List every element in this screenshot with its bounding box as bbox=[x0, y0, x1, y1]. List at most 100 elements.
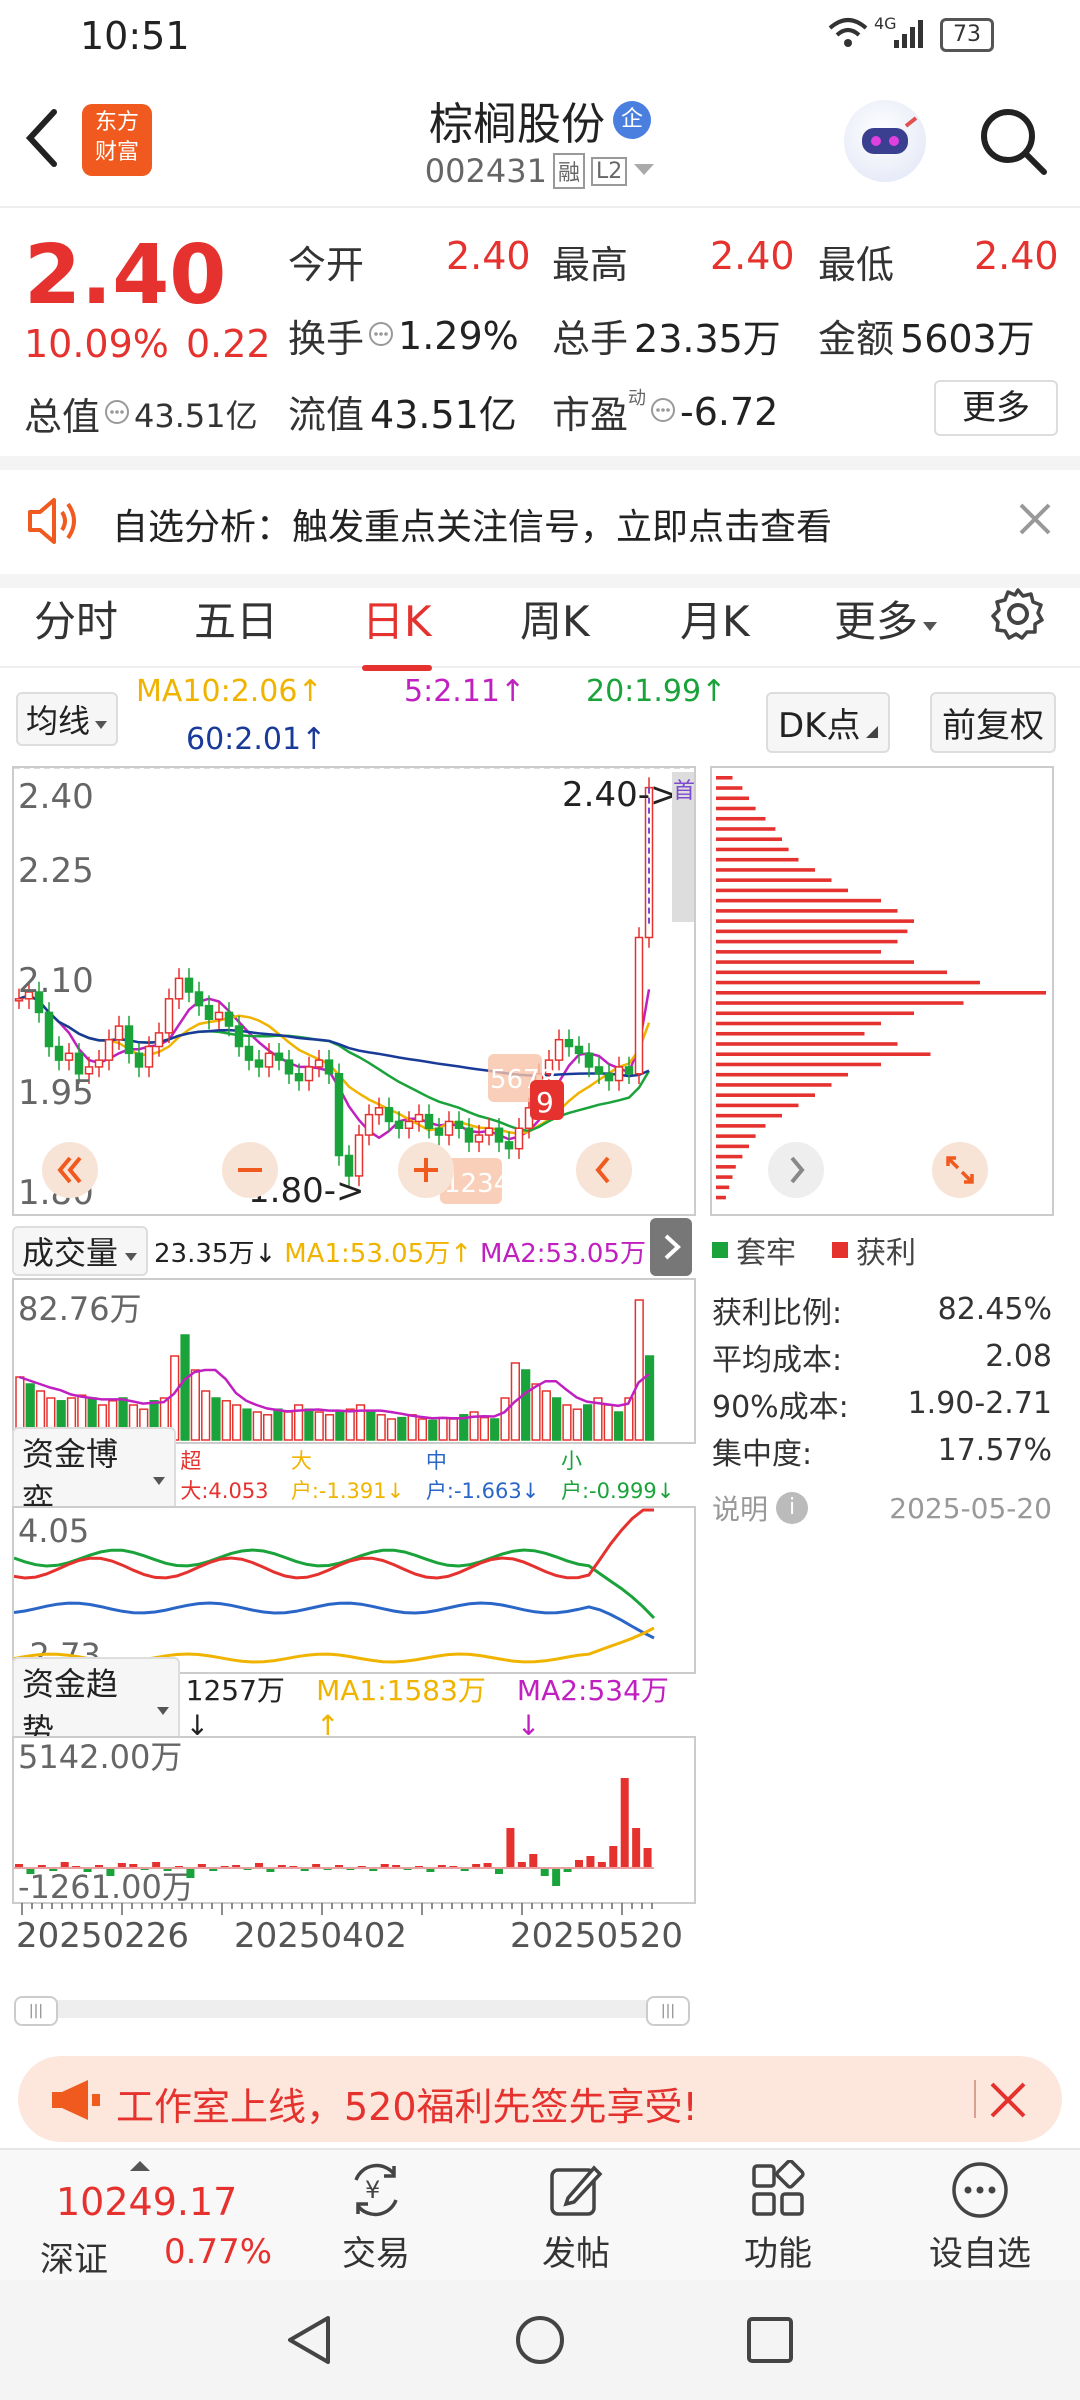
promo-banner[interactable]: 工作室上线，520福利先签先享受! bbox=[18, 2056, 1062, 2142]
edit-icon bbox=[546, 2160, 606, 2220]
volume-bar bbox=[190, 1369, 200, 1441]
speaker-icon bbox=[26, 496, 82, 550]
range-scrollbar[interactable]: ||| ||| bbox=[14, 1996, 690, 2026]
capital-chart[interactable]: 4.05 -2.73 bbox=[12, 1506, 696, 1674]
chip-bar bbox=[716, 1001, 964, 1005]
expand-right-icon[interactable] bbox=[650, 1218, 692, 1276]
ma-selector[interactable]: 均线 bbox=[16, 692, 119, 746]
nav-add-watchlist[interactable]: 设自选 bbox=[910, 2150, 1050, 2275]
candle bbox=[104, 1038, 114, 1061]
candle bbox=[184, 977, 194, 993]
tab-daily-k[interactable]: 日K bbox=[362, 588, 432, 671]
volume-bar bbox=[335, 1411, 345, 1441]
trend-chart[interactable]: 5142.00万 -1261.00万 bbox=[12, 1736, 696, 1906]
candle bbox=[274, 1052, 284, 1061]
volume-selector[interactable]: 成交量 bbox=[12, 1226, 149, 1276]
tab-more[interactable]: 更多 bbox=[834, 588, 938, 649]
nav-post[interactable]: 发帖 bbox=[506, 2150, 646, 2275]
capital-line bbox=[13, 1601, 655, 1640]
nav-home-icon[interactable] bbox=[514, 2314, 566, 2370]
candle bbox=[214, 1011, 224, 1020]
robot-avatar-icon[interactable] bbox=[844, 100, 926, 182]
zoom-out-icon[interactable] bbox=[222, 1142, 278, 1198]
more-button[interactable]: 更多 bbox=[934, 380, 1058, 436]
volume-bar bbox=[376, 1414, 386, 1441]
caret-down-icon bbox=[94, 700, 108, 738]
candle bbox=[354, 1134, 364, 1177]
chip-note[interactable]: 说明 i bbox=[712, 1488, 809, 1528]
volume-chart[interactable]: 82.76万 bbox=[12, 1278, 696, 1444]
scroll-left-icon[interactable] bbox=[576, 1142, 632, 1198]
chip-bar bbox=[716, 1093, 815, 1097]
zoom-in-icon[interactable] bbox=[398, 1142, 454, 1198]
trend-svg: 5142.00万 -1261.00万 bbox=[14, 1738, 654, 1906]
caret-down-icon bbox=[922, 594, 938, 643]
kline-chart[interactable]: 2.40 2.25 2.10 1.95 1.80 2.40-> 1.80-> 首… bbox=[12, 766, 696, 1216]
high-value: 2.40 bbox=[710, 234, 795, 278]
volume-ma2: MA2:53.05万↑ bbox=[480, 1238, 668, 1269]
index-change[interactable]: 0.77% bbox=[164, 2232, 272, 2272]
info-icon[interactable] bbox=[650, 397, 676, 427]
nav-back-icon[interactable] bbox=[284, 2314, 334, 2370]
volume-bar bbox=[417, 1418, 428, 1441]
scroll-left-fast-icon[interactable] bbox=[42, 1142, 98, 1198]
capital-super: 超大:4.053 bbox=[180, 1449, 269, 1503]
search-icon[interactable] bbox=[978, 106, 1048, 180]
range-handle-right[interactable]: ||| bbox=[646, 1996, 690, 2026]
ma20-value: 20:1.99↑ bbox=[586, 674, 727, 709]
index-value[interactable]: 10249.17 bbox=[56, 2180, 237, 2224]
nav-functions[interactable]: 功能 bbox=[708, 2150, 848, 2275]
close-icon[interactable] bbox=[1018, 502, 1052, 540]
candle bbox=[74, 1052, 84, 1075]
info-icon[interactable] bbox=[368, 321, 394, 351]
volume-bar bbox=[644, 1355, 655, 1441]
chip-stats: 获利比例: 82.45% 平均成本: 2.08 90%成本: 1.90-2.71 集中… bbox=[712, 1286, 1052, 1474]
index-name[interactable]: 深证 bbox=[40, 2232, 108, 2281]
chip-bar bbox=[716, 1021, 881, 1026]
candle bbox=[614, 1066, 624, 1082]
tab-intraday[interactable]: 分时 bbox=[34, 588, 118, 649]
trend-bar bbox=[540, 1868, 549, 1876]
candle bbox=[284, 1059, 294, 1075]
close-icon[interactable] bbox=[988, 2080, 1028, 2124]
tab-five-day[interactable]: 五日 bbox=[194, 588, 278, 649]
open-label: 今开 bbox=[288, 243, 365, 287]
candle bbox=[504, 1141, 514, 1150]
trend-bar bbox=[186, 1868, 195, 1878]
range-handle-left[interactable]: ||| bbox=[14, 1996, 58, 2026]
float-value: 流值 43.51亿 bbox=[288, 393, 517, 437]
volume-bar bbox=[180, 1334, 190, 1441]
tab-monthly-k[interactable]: 月K bbox=[680, 588, 750, 649]
trend-bar bbox=[620, 1778, 629, 1868]
volume-bar bbox=[448, 1418, 459, 1441]
nav-trade[interactable]: ¥ 交易 bbox=[306, 2150, 446, 2275]
chip-bar bbox=[716, 1083, 832, 1087]
date-label: 20250226 bbox=[16, 1916, 190, 1956]
chevron-right-icon[interactable] bbox=[768, 1142, 824, 1198]
low-value: 2.40 bbox=[974, 234, 1059, 278]
ma-line bbox=[18, 994, 650, 1078]
expand-icon[interactable] bbox=[932, 1142, 988, 1198]
volume-bar bbox=[366, 1411, 376, 1441]
candle bbox=[124, 1025, 134, 1055]
chip-bar bbox=[716, 1144, 749, 1149]
candle bbox=[454, 1120, 464, 1129]
chip-bar bbox=[716, 1195, 726, 1200]
info-icon[interactable] bbox=[104, 399, 130, 429]
chip-distribution[interactable] bbox=[710, 766, 1054, 1216]
volume-ma1: MA1:53.05万↑ bbox=[284, 1238, 473, 1269]
candle bbox=[224, 1011, 234, 1027]
pre-adjust-button[interactable]: 前复权 bbox=[930, 692, 1056, 753]
volume-bar bbox=[531, 1383, 541, 1441]
gear-icon[interactable] bbox=[990, 586, 1046, 646]
volume-bar bbox=[582, 1404, 593, 1441]
chip-bar bbox=[716, 837, 782, 842]
dk-point-button[interactable]: DK点 bbox=[766, 692, 891, 753]
volume-bar bbox=[407, 1414, 417, 1441]
volume-bar bbox=[262, 1414, 273, 1441]
caret-down-icon bbox=[124, 1232, 138, 1270]
tab-weekly-k[interactable]: 周K bbox=[520, 588, 590, 649]
volume-bar bbox=[603, 1404, 613, 1441]
candle bbox=[174, 977, 184, 1000]
nav-recents-icon[interactable] bbox=[746, 2316, 794, 2368]
